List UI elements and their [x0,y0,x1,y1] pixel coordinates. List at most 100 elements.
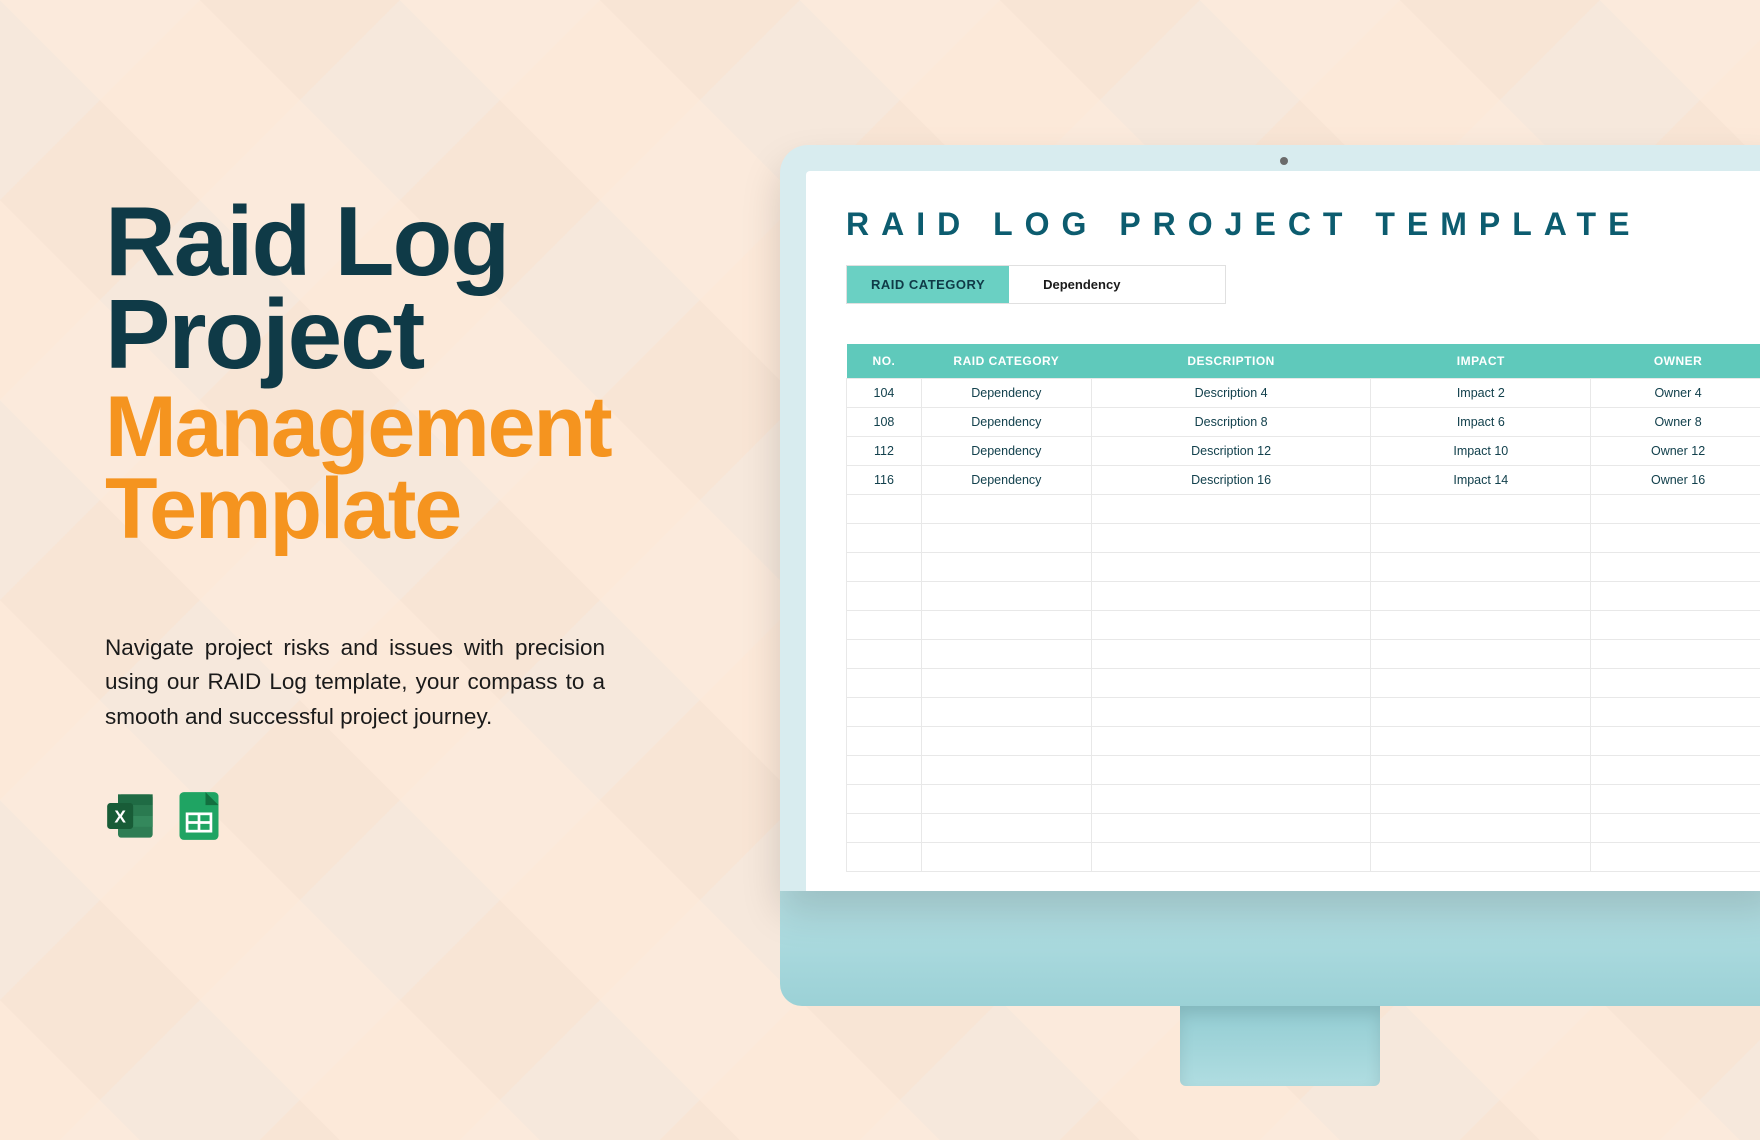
table-cell-empty[interactable] [1591,843,1760,872]
table-row[interactable]: 108DependencyDescription 8Impact 6Owner … [847,408,1760,437]
table-cell-empty[interactable] [1371,727,1591,756]
table-cell-empty[interactable] [921,495,1091,524]
table-cell-empty[interactable] [1091,669,1371,698]
table-row[interactable]: 116DependencyDescription 16Impact 14Owne… [847,466,1760,495]
table-cell-empty[interactable] [1091,698,1371,727]
table-cell[interactable]: Dependency [921,408,1091,437]
table-cell-empty[interactable] [847,611,922,640]
table-cell[interactable]: Owner 16 [1591,466,1760,495]
table-cell[interactable]: Description 8 [1091,408,1371,437]
table-cell-empty[interactable] [1591,785,1760,814]
table-cell-empty[interactable] [1091,495,1371,524]
table-cell[interactable]: 108 [847,408,922,437]
table-cell-empty[interactable] [921,524,1091,553]
table-cell[interactable]: Description 16 [1091,466,1371,495]
table-cell-empty[interactable] [921,582,1091,611]
table-row-empty[interactable] [847,727,1760,756]
table-cell-empty[interactable] [1591,495,1760,524]
table-cell-empty[interactable] [1371,553,1591,582]
table-row-empty[interactable] [847,756,1760,785]
table-cell-empty[interactable] [1371,495,1591,524]
table-cell[interactable]: Impact 6 [1371,408,1591,437]
table-cell-empty[interactable] [847,553,922,582]
table-cell-empty[interactable] [921,640,1091,669]
table-cell-empty[interactable] [921,727,1091,756]
table-cell-empty[interactable] [921,553,1091,582]
table-row-empty[interactable] [847,524,1760,553]
table-cell-empty[interactable] [847,640,922,669]
table-cell[interactable]: Impact 10 [1371,437,1591,466]
table-cell-empty[interactable] [921,669,1091,698]
table-cell-empty[interactable] [1091,582,1371,611]
table-cell-empty[interactable] [1591,698,1760,727]
table-cell-empty[interactable] [1091,756,1371,785]
table-row-empty[interactable] [847,814,1760,843]
table-cell-empty[interactable] [1091,843,1371,872]
table-cell[interactable]: Impact 14 [1371,466,1591,495]
table-cell[interactable]: Owner 4 [1591,379,1760,408]
table-cell-empty[interactable] [1371,785,1591,814]
table-cell[interactable]: 104 [847,379,922,408]
table-cell-empty[interactable] [847,698,922,727]
table-cell-empty[interactable] [921,843,1091,872]
table-cell-empty[interactable] [1591,756,1760,785]
table-cell[interactable]: Dependency [921,379,1091,408]
table-cell-empty[interactable] [847,814,922,843]
table-cell-empty[interactable] [847,495,922,524]
table-cell-empty[interactable] [1371,698,1591,727]
table-cell-empty[interactable] [1591,553,1760,582]
table-row-empty[interactable] [847,640,1760,669]
filter-label[interactable]: RAID CATEGORY [847,266,1009,303]
filter-value[interactable]: Dependency [1009,266,1154,303]
table-row[interactable]: 112DependencyDescription 12Impact 10Owne… [847,437,1760,466]
table-cell-empty[interactable] [847,524,922,553]
table-row-empty[interactable] [847,669,1760,698]
table-cell-empty[interactable] [847,756,922,785]
table-cell-empty[interactable] [847,785,922,814]
table-cell-empty[interactable] [921,698,1091,727]
table-cell-empty[interactable] [1091,611,1371,640]
table-cell[interactable]: Description 12 [1091,437,1371,466]
table-cell-empty[interactable] [1371,611,1591,640]
table-cell-empty[interactable] [1591,582,1760,611]
table-row-empty[interactable] [847,553,1760,582]
table-row-empty[interactable] [847,582,1760,611]
table-cell-empty[interactable] [1591,669,1760,698]
table-cell[interactable]: Impact 2 [1371,379,1591,408]
table-cell[interactable]: 116 [847,466,922,495]
table-cell-empty[interactable] [1371,814,1591,843]
table-cell-empty[interactable] [1091,727,1371,756]
table-cell-empty[interactable] [1591,611,1760,640]
table-cell-empty[interactable] [1371,640,1591,669]
table-cell-empty[interactable] [1591,524,1760,553]
table-row[interactable]: 104DependencyDescription 4Impact 2Owner … [847,379,1760,408]
table-cell-empty[interactable] [847,582,922,611]
table-cell-empty[interactable] [1091,814,1371,843]
table-row-empty[interactable] [847,611,1760,640]
table-cell-empty[interactable] [921,814,1091,843]
table-cell[interactable]: 112 [847,437,922,466]
table-cell-empty[interactable] [1591,814,1760,843]
table-cell[interactable]: Owner 8 [1591,408,1760,437]
table-cell-empty[interactable] [1591,640,1760,669]
table-row-empty[interactable] [847,843,1760,872]
table-cell-empty[interactable] [1091,553,1371,582]
table-cell-empty[interactable] [847,669,922,698]
table-cell-empty[interactable] [1371,756,1591,785]
table-cell-empty[interactable] [1371,843,1591,872]
table-row-empty[interactable] [847,698,1760,727]
table-cell[interactable]: Dependency [921,466,1091,495]
table-cell[interactable]: Owner 12 [1591,437,1760,466]
table-cell-empty[interactable] [1091,785,1371,814]
table-cell-empty[interactable] [921,756,1091,785]
table-cell-empty[interactable] [1591,727,1760,756]
table-cell-empty[interactable] [1091,524,1371,553]
table-cell-empty[interactable] [847,843,922,872]
table-cell-empty[interactable] [1091,640,1371,669]
table-row-empty[interactable] [847,785,1760,814]
table-cell[interactable]: Description 4 [1091,379,1371,408]
table-cell[interactable]: Dependency [921,437,1091,466]
table-row-empty[interactable] [847,495,1760,524]
table-cell-empty[interactable] [1371,524,1591,553]
table-cell-empty[interactable] [921,785,1091,814]
